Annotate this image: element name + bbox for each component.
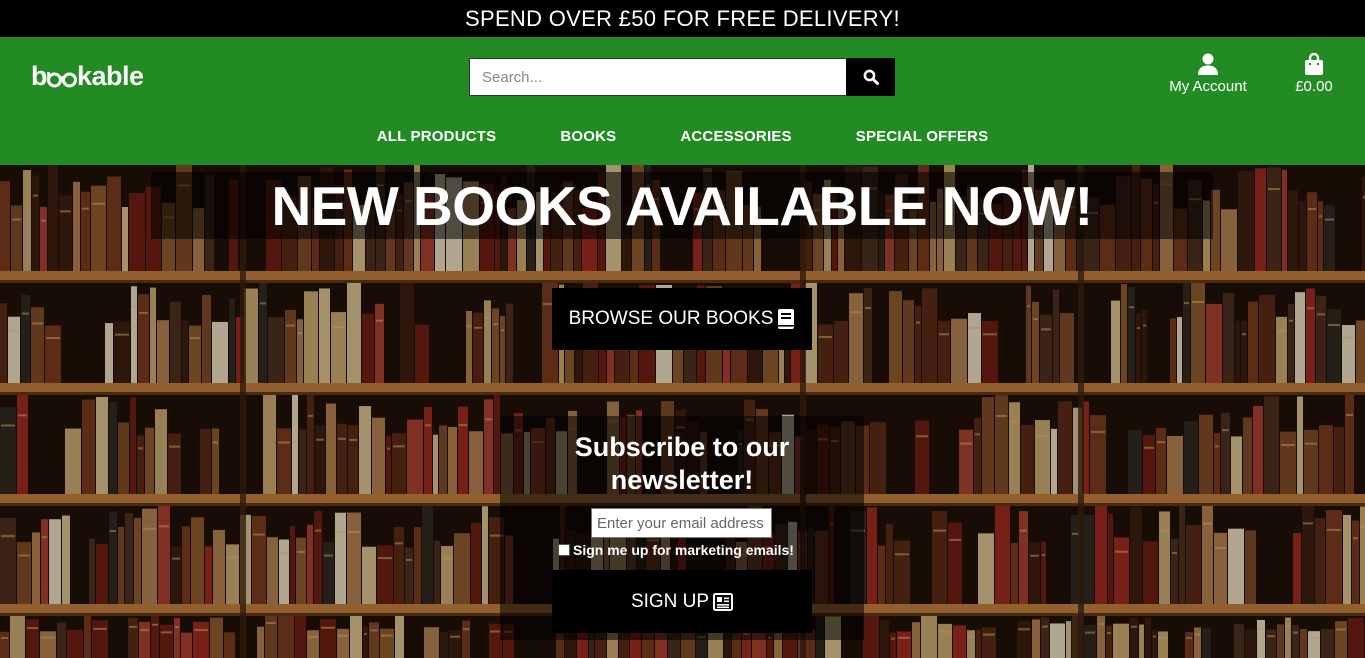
logo-prefix: b [31, 61, 48, 91]
search-icon [863, 69, 879, 85]
shopping-bag-icon [1305, 53, 1323, 75]
hero-section: NEW BOOKS AVAILABLE NOW! BROWSE OUR BOOK… [0, 165, 1365, 658]
my-account-link[interactable]: My Account [1162, 53, 1254, 95]
search-input[interactable] [469, 58, 846, 96]
sign-up-button[interactable]: SIGN UP [552, 570, 812, 633]
newsletter-heading: Subscribe to our newsletter! [500, 431, 864, 497]
newsletter-heading-line1: Subscribe to our [574, 432, 790, 462]
newsletter-heading-line2: newsletter! [610, 465, 754, 495]
logo-suffix: kable [77, 61, 144, 91]
book-icon [778, 309, 795, 329]
delivery-banner-text: SPEND OVER £50 FOR FREE DELIVERY! [465, 5, 900, 31]
nav-books[interactable]: BOOKS [560, 128, 616, 145]
site-header: bkable My Account £0.00 ALL PRODUCTS BOO… [0, 37, 1365, 165]
search-bar [469, 58, 895, 96]
newsletter-email-input[interactable] [591, 508, 772, 538]
marketing-consent-label: Sign me up for marketing emails! [573, 542, 794, 558]
browse-books-button[interactable]: BROWSE OUR BOOKS [552, 288, 812, 350]
nav-all-products[interactable]: ALL PRODUCTS [377, 128, 497, 145]
sign-up-label: SIGN UP [630, 590, 710, 612]
newsletter-panel: Subscribe to our newsletter! Sign me up … [500, 416, 864, 640]
hero-headline-box: NEW BOOKS AVAILABLE NOW! [151, 172, 1213, 239]
search-button[interactable] [846, 58, 895, 96]
hero-headline: NEW BOOKS AVAILABLE NOW! [271, 174, 1093, 237]
user-icon [1198, 53, 1218, 75]
browse-books-label: BROWSE OUR BOOKS [568, 308, 774, 329]
nav-accessories[interactable]: ACCESSORIES [680, 128, 791, 145]
shopping-bag-link[interactable]: £0.00 [1288, 53, 1340, 95]
main-nav: ALL PRODUCTS BOOKS ACCESSORIES SPECIAL O… [0, 128, 1365, 145]
marketing-consent[interactable]: Sign me up for marketing emails! [558, 542, 794, 558]
newspaper-icon [713, 592, 734, 611]
marketing-consent-checkbox[interactable] [558, 544, 570, 556]
delivery-banner: SPEND OVER £50 FOR FREE DELIVERY! [0, 0, 1365, 37]
bag-total: £0.00 [1295, 78, 1333, 95]
my-account-label: My Account [1169, 78, 1247, 95]
site-logo[interactable]: b kable [31, 61, 144, 92]
glasses-icon [47, 72, 77, 88]
nav-special-offers[interactable]: SPECIAL OFFERS [856, 128, 989, 145]
